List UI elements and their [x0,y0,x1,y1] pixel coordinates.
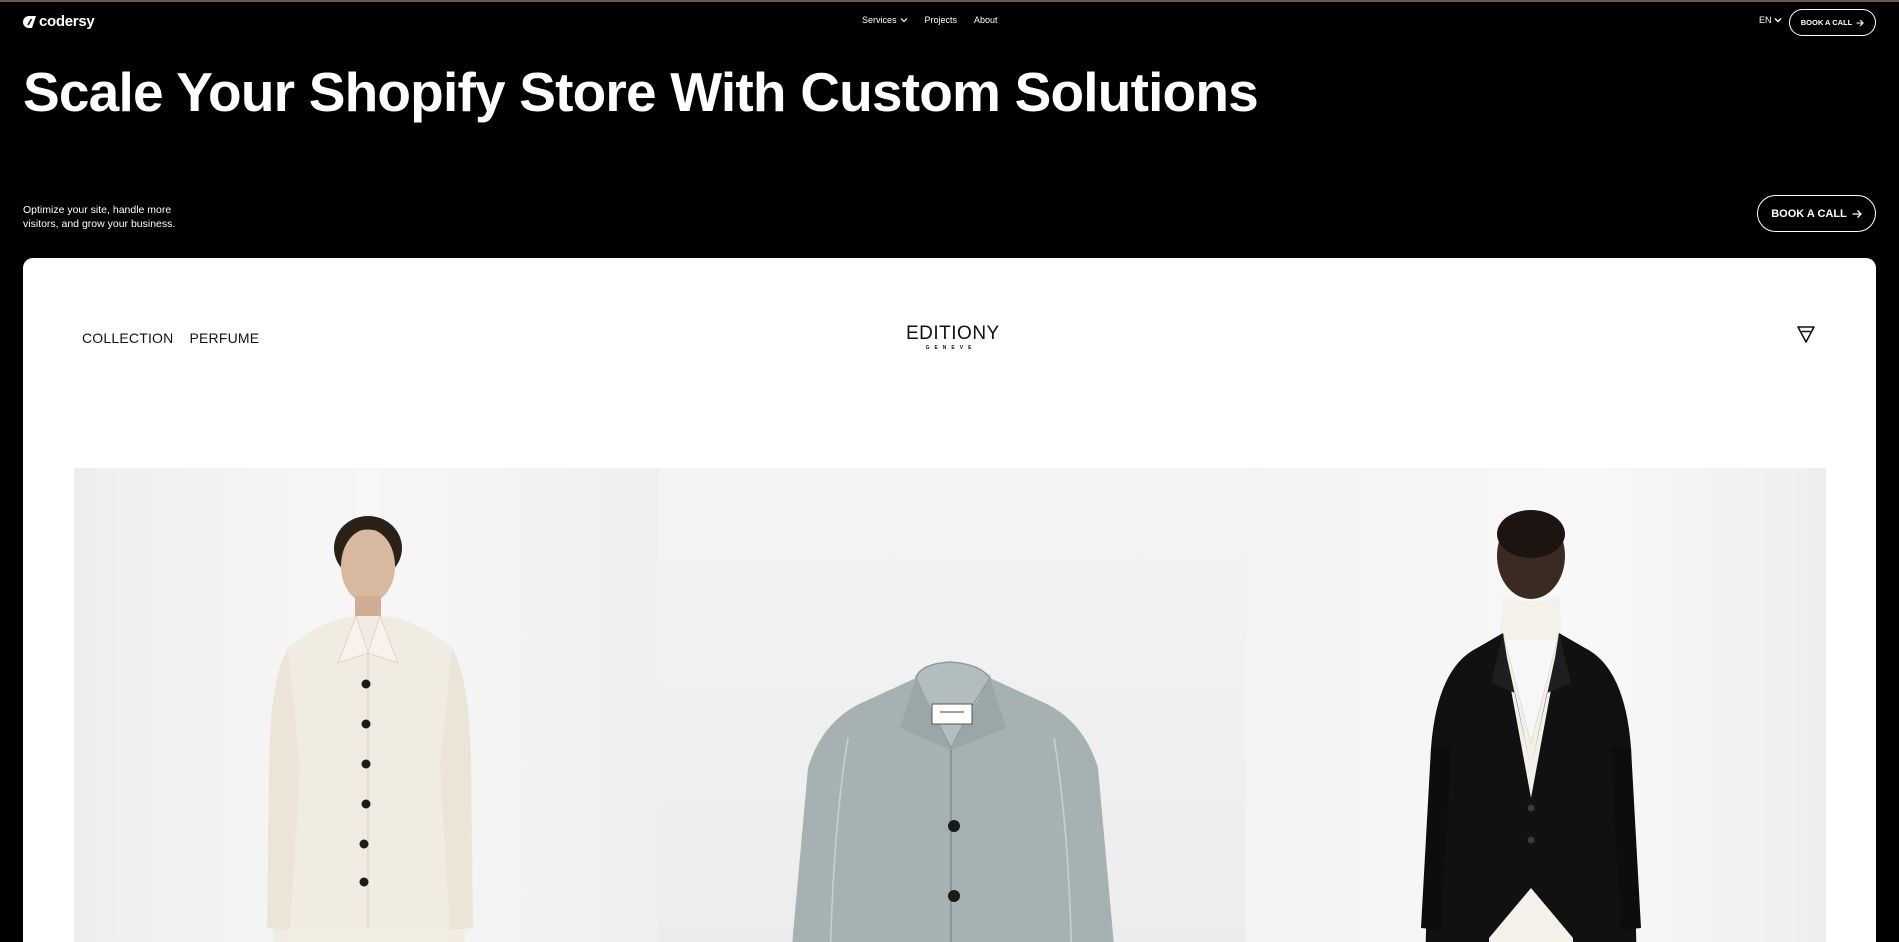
site-header: codersy Services Projects About EN BOOK … [0,0,1899,44]
cart-icon[interactable] [1796,324,1816,344]
main-nav: Services Projects About [862,15,998,25]
store-showcase-card: COLLECTION PERFUME EDITIONY GENEVE [23,258,1876,942]
store-nav-collection[interactable]: COLLECTION [82,330,173,346]
nav-about-label: About [974,15,998,25]
book-call-button-header[interactable]: BOOK A CALL [1789,9,1876,36]
brand-name: EDITIONY [906,323,1000,344]
model-cream-jacket-image[interactable] [74,468,658,942]
chevron-down-icon [900,18,907,23]
black-blazer-illustration [1421,510,1641,942]
grey-coat-image[interactable] [658,468,1245,942]
model-black-blazer-image[interactable] [1245,468,1826,942]
hero-subtitle: Optimize your site, handle more visitors… [23,204,176,230]
nav-about[interactable]: About [974,15,998,25]
language-label: EN [1759,15,1772,25]
language-selector[interactable]: EN [1759,15,1782,25]
grey-coat-illustration [792,661,1114,942]
arrow-right-icon [1852,209,1862,218]
store-brand-logo[interactable]: EDITIONY GENEVE [906,323,1000,351]
hero-title: Scale Your Shopify Store With Custom Sol… [23,61,1259,123]
product-gallery [74,468,1826,942]
book-call-label: BOOK A CALL [1771,207,1847,220]
book-call-label: BOOK A CALL [1800,18,1853,27]
codersy-logo-icon [23,15,36,28]
book-call-button-hero[interactable]: BOOK A CALL [1757,195,1876,232]
nav-services-label: Services [862,15,897,25]
brand-subtitle: GENEVE [925,345,977,351]
nav-projects-label: Projects [924,15,958,25]
arrow-right-icon [1856,19,1865,26]
cream-jacket-illustration [267,516,473,942]
site-logo[interactable]: codersy [23,13,95,30]
store-nav-perfume[interactable]: PERFUME [189,330,259,346]
store-nav: COLLECTION PERFUME [82,330,259,346]
chevron-down-icon [1774,18,1782,23]
nav-services[interactable]: Services [862,15,908,25]
nav-projects[interactable]: Projects [925,15,958,25]
logo-text: codersy [39,13,95,30]
